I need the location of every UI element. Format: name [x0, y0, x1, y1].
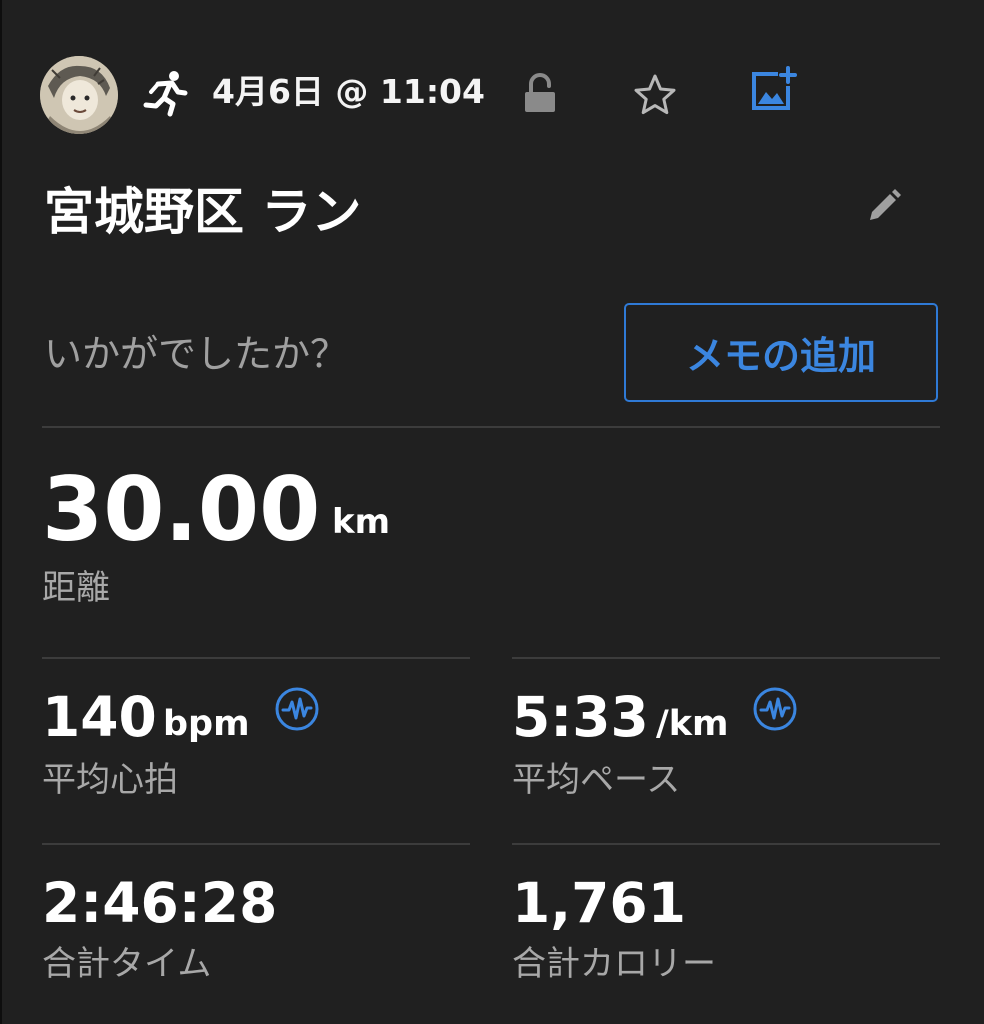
how-was-it-prompt: いかがでしたか？	[44, 332, 349, 376]
total-calories-value: 1,761	[512, 871, 686, 935]
star-outline-icon[interactable]	[632, 72, 678, 118]
avg-pace-value: 5:33	[512, 685, 649, 749]
divider	[512, 843, 940, 845]
distance-value: 30.00	[42, 458, 321, 561]
add-photo-icon[interactable]	[748, 66, 798, 116]
avg-pace-label: 平均ペース	[512, 760, 681, 800]
divider	[42, 657, 470, 659]
total-calories-label: 合計カロリー	[512, 944, 716, 984]
divider	[42, 843, 470, 845]
avg-pace-unit: /km	[656, 704, 729, 744]
avatar-illustration	[40, 56, 118, 134]
activity-date-time: 4月6日 @ 11:04	[212, 72, 485, 111]
total-time-label: 合計タイム	[42, 944, 212, 984]
pulse-wave-icon[interactable]	[752, 686, 798, 732]
unlocked-padlock-icon[interactable]	[520, 72, 560, 116]
avg-heart-rate-value: 140	[42, 685, 157, 749]
avg-heart-rate-label: 平均心拍	[42, 760, 178, 800]
activity-header: 4月6日 @ 11:04	[0, 0, 984, 180]
add-memo-button[interactable]: メモの追加	[624, 303, 938, 402]
running-person-icon	[140, 68, 190, 118]
pencil-icon[interactable]	[862, 186, 904, 228]
distance-unit: km	[332, 502, 391, 542]
pulse-wave-icon[interactable]	[274, 686, 320, 732]
divider	[42, 426, 940, 428]
avatar[interactable]	[40, 56, 118, 134]
distance-label: 距離	[42, 568, 110, 608]
divider	[512, 657, 940, 659]
activity-title: 宮城野区 ラン	[44, 183, 362, 241]
avg-heart-rate-unit: bpm	[163, 704, 250, 744]
total-time-value: 2:46:28	[42, 871, 278, 935]
